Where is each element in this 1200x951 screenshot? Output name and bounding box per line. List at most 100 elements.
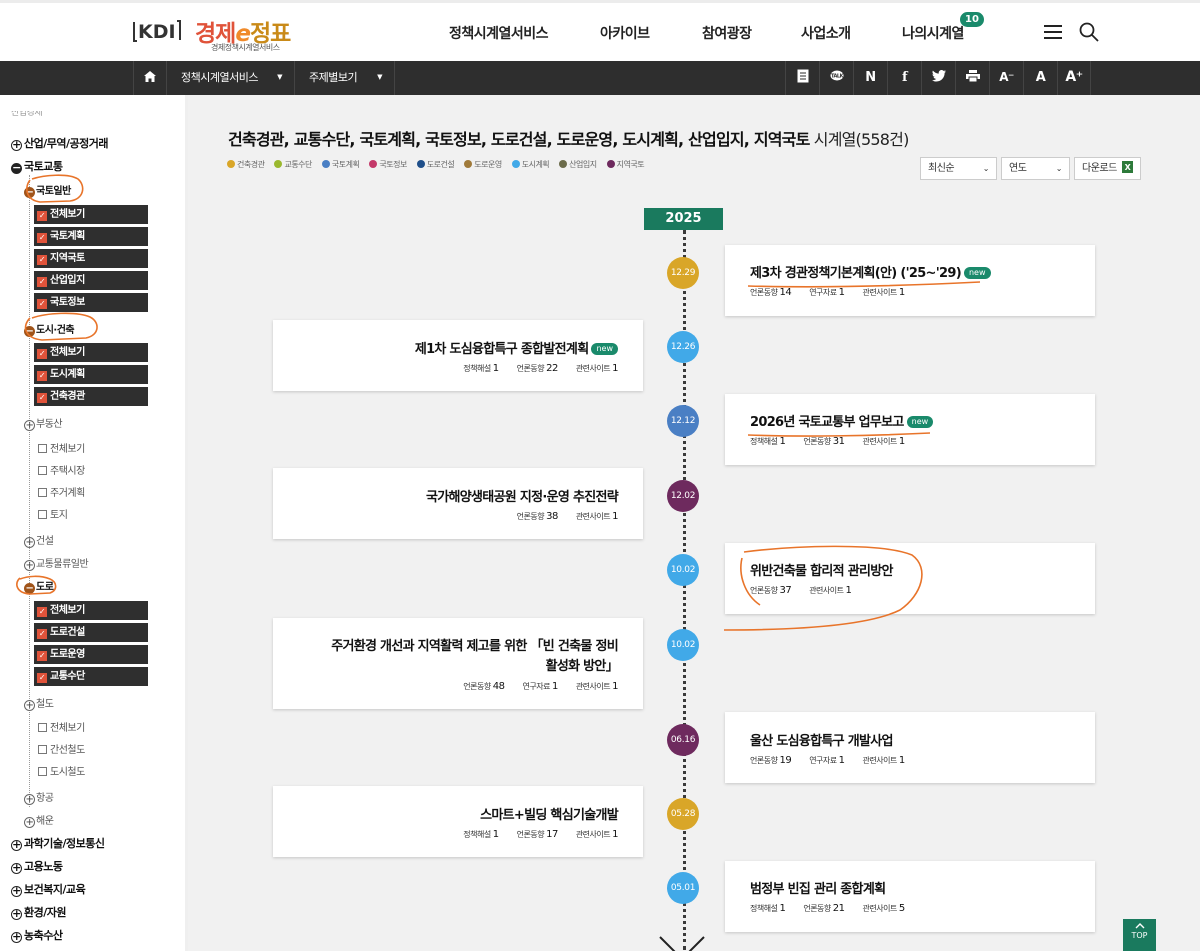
nav-my-timeline[interactable]: 나의시계열 xyxy=(902,23,964,43)
new-badge: new xyxy=(906,416,934,428)
filter-urban-rail[interactable]: 도시철도 xyxy=(38,763,85,778)
legend-item: 도시계획 xyxy=(511,159,550,170)
nav-archive[interactable]: 아카이브 xyxy=(600,23,650,43)
timeline-card[interactable]: 스마트+빌딩 핵심기술개발 정책해설 1 언론동향 17 관련사이트 1 xyxy=(273,786,643,857)
view-mode-select[interactable]: 주제별보기 ▼ xyxy=(295,61,395,95)
category-trade[interactable]: + 산업/무역/공정거래 xyxy=(11,135,109,151)
card-meta: 정책해설 1 언론동향 21 관련사이트 5 xyxy=(750,903,905,914)
home-icon[interactable] xyxy=(133,61,167,95)
nav-about[interactable]: 사업소개 xyxy=(801,23,851,43)
card-meta: 언론동향 37 관련사이트 1 xyxy=(750,585,852,596)
checkbox-checked-icon: ✓ xyxy=(37,233,47,243)
category-agri[interactable]: + 농축수산 xyxy=(11,927,63,943)
minus-circle-icon: − xyxy=(24,187,35,198)
font-decrease-button[interactable]: A⁻ xyxy=(989,61,1023,95)
filter-road-operation[interactable]: ✓ 도로운영 xyxy=(34,645,148,664)
timeline-date-node: 10.02 xyxy=(667,554,699,586)
font-default-button[interactable]: A xyxy=(1023,61,1057,95)
plus-circle-icon: + xyxy=(11,838,22,851)
filter-city-plan[interactable]: ✓ 도시계획 xyxy=(34,365,148,384)
year-select[interactable]: 연도 ⌄ xyxy=(1001,157,1070,180)
plus-circle-icon: + xyxy=(11,861,22,874)
twitter-share-icon[interactable] xyxy=(921,61,955,95)
year-marker: 2025 xyxy=(644,208,723,230)
checkbox-checked-icon: ✓ xyxy=(37,607,47,617)
download-button[interactable]: 다운로드 X xyxy=(1074,157,1141,180)
filter-industrial-site[interactable]: ✓ 산업입지 xyxy=(34,271,148,290)
filter-housing-plan[interactable]: 주거계획 xyxy=(38,484,85,499)
legend-item: 도로운영 xyxy=(464,159,502,170)
filter-general-all[interactable]: ✓ 전체보기 xyxy=(34,205,148,224)
font-increase-button[interactable]: A⁺ xyxy=(1057,61,1091,95)
nav-policy-timeline[interactable]: 정책시계열서비스 xyxy=(449,23,549,43)
filter-regional-land[interactable]: ✓ 지역국토 xyxy=(34,249,148,268)
filter-land[interactable]: 토지 xyxy=(38,506,68,521)
card-title: 스마트+빌딩 핵심기술개발 xyxy=(480,808,619,823)
timeline-card[interactable]: 국가해양생태공원 지정·운영 추진전략 언론동향 38 관련사이트 1 xyxy=(273,468,643,539)
timeline-card[interactable]: 위반건축물 합리적 관리방안 언론동향 37 관련사이트 1 xyxy=(725,543,1095,614)
subcategory-realestate[interactable]: + 부동산 xyxy=(24,415,63,431)
print-icon[interactable] xyxy=(955,61,989,95)
category-welfare[interactable]: + 보건복지/교육 xyxy=(11,881,86,897)
subcategory-logistics[interactable]: + 교통물류일반 xyxy=(24,555,89,571)
timeline-card[interactable]: 2026년 국토교통부 업무보고 new 정책해설 1 언론동향 31 관련사이트 1 xyxy=(725,394,1095,465)
filter-land-plan[interactable]: ✓ 국토계획 xyxy=(34,227,148,246)
subcategory-airport[interactable]: + 항공 xyxy=(24,789,54,805)
subcategory-rail[interactable]: + 철도 xyxy=(24,695,54,711)
filter-road-all[interactable]: ✓ 전체보기 xyxy=(34,601,148,620)
subcategory-city[interactable]: − 도시·건축 xyxy=(24,321,75,337)
tree-line xyxy=(29,175,30,807)
plus-circle-icon: + xyxy=(24,794,35,805)
filter-city-all[interactable]: ✓ 전체보기 xyxy=(34,343,148,362)
timeline-date-node: 06.16 xyxy=(667,724,699,756)
filter-trunk-rail[interactable]: 간선철도 xyxy=(38,741,85,756)
category-env[interactable]: + 환경/자원 xyxy=(11,904,67,920)
category-labor[interactable]: + 고용노동 xyxy=(11,858,63,874)
filter-realestate-all[interactable]: 전체보기 xyxy=(38,440,85,455)
menu-icon[interactable] xyxy=(1044,25,1062,39)
card-title: 울산 도심융합특구 개발사업 xyxy=(750,734,893,749)
minus-circle-icon: − xyxy=(24,326,35,337)
card-title: 2026년 국토교통부 업무보고 new xyxy=(750,411,934,430)
talk-share-icon[interactable]: TALK xyxy=(819,61,853,95)
subcategory-sea[interactable]: + 해운 xyxy=(24,812,54,828)
load-more-chevron-icon[interactable] xyxy=(658,933,706,951)
card-meta: 언론동향 38 관련사이트 1 xyxy=(516,511,619,522)
checkbox-checked-icon: ✓ xyxy=(37,211,47,221)
subcategory-road[interactable]: − 도로 xyxy=(24,578,54,594)
filter-transport[interactable]: ✓ 교통수단 xyxy=(34,667,148,686)
filter-housing-market[interactable]: 주택시장 xyxy=(38,462,85,477)
filter-rail-all[interactable]: 전체보기 xyxy=(38,719,85,734)
filter-architecture[interactable]: ✓ 건축경관 xyxy=(34,387,148,406)
checkbox-checked-icon: ✓ xyxy=(37,629,47,639)
nav-participation[interactable]: 참여광장 xyxy=(702,23,752,43)
subcategory-construction[interactable]: + 건설 xyxy=(24,532,54,548)
naver-share-icon[interactable]: N xyxy=(853,61,887,95)
site-logo-subtitle: 경제정책시계열서비스 xyxy=(211,43,280,52)
category-land[interactable]: − 국토교통 xyxy=(11,158,63,174)
my-timeline-count-badge: 10 xyxy=(960,12,984,27)
timeline-date-node: 12.12 xyxy=(667,405,699,437)
kdi-logo[interactable]: KDI xyxy=(133,20,181,43)
back-to-top-button[interactable]: TOP xyxy=(1123,919,1156,951)
document-icon[interactable] xyxy=(785,61,819,95)
category-science[interactable]: + 과학기술/정보통신 xyxy=(11,835,105,851)
timeline-card[interactable]: 범정부 빈집 관리 종합계획 정책해설 1 언론동향 21 관련사이트 5 xyxy=(725,861,1095,932)
card-meta: 정책해설 1 언론동향 31 관련사이트 1 xyxy=(750,436,905,447)
filter-road-construction[interactable]: ✓ 도로건설 xyxy=(34,623,148,642)
checkbox-checked-icon: ✓ xyxy=(37,299,47,309)
timeline-card[interactable]: 주거환경 개선과 지역활력 제고를 위한 「빈 건축물 정비 활성화 방안」 언… xyxy=(273,618,643,709)
minus-circle-icon: − xyxy=(11,161,22,174)
checkbox-icon xyxy=(38,444,47,453)
facebook-share-icon[interactable]: f xyxy=(887,61,921,95)
page-title: 건축경관, 교통수단, 국토계획, 국토정보, 도로건설, 도로운영, 도시계획… xyxy=(228,130,909,149)
timeline-card[interactable]: 울산 도심융합특구 개발사업 언론동향 19 연구자료 1 관련사이트 1 xyxy=(725,712,1095,783)
search-icon[interactable] xyxy=(1079,22,1099,42)
filter-land-info[interactable]: ✓ 국토정보 xyxy=(34,293,148,312)
subcategory-general[interactable]: − 국토일반 xyxy=(24,182,71,198)
sort-select[interactable]: 최신순 ⌄ xyxy=(920,157,997,180)
timeline-card[interactable]: 제3차 경관정책기본계획(안) ('25~'29) new 언론동향 14 연구자료 1… xyxy=(725,245,1095,316)
service-select[interactable]: 정책시계열서비스 ▼ xyxy=(167,61,295,95)
plus-circle-icon: + xyxy=(24,817,35,828)
timeline-card[interactable]: 제1차 도심융합특구 종합발전계획 new 정책해설 1 언론동향 22 관련사이트 1 xyxy=(273,320,643,391)
